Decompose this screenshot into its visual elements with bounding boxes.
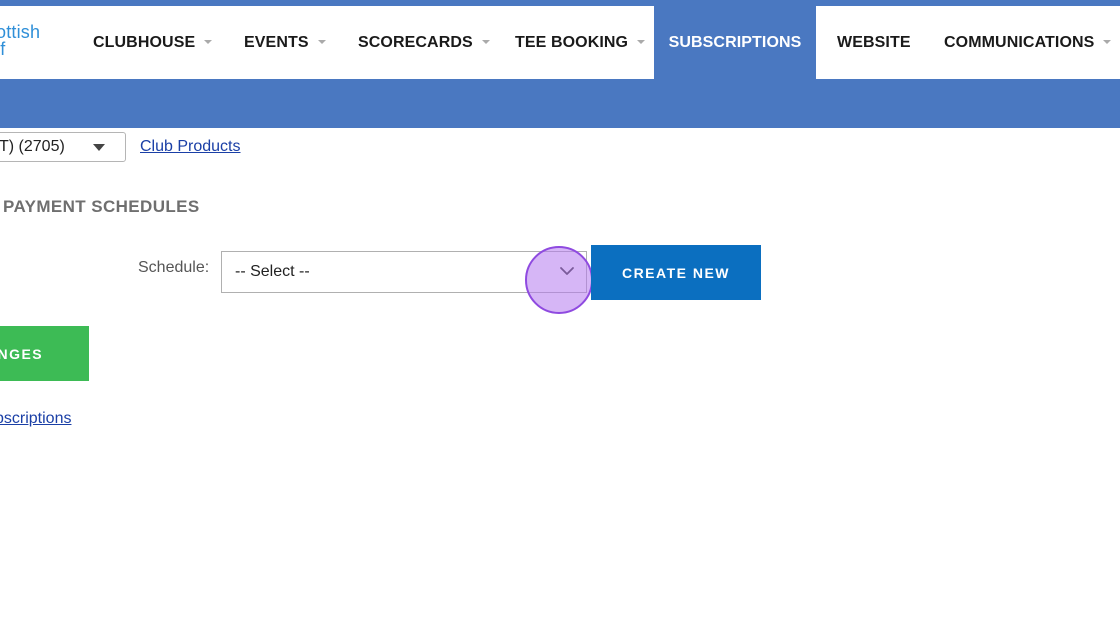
nav-item-clubhouse[interactable]: CLUBHOUSE <box>93 6 213 79</box>
nav-label-website: WEBSITE <box>837 33 911 51</box>
nav-label-clubhouse: CLUBHOUSE <box>93 33 196 51</box>
nav-item-subscriptions[interactable]: SUBSCRIPTIONS <box>654 6 816 79</box>
triangle-down-icon <box>93 144 105 151</box>
logo-line-2: lf <box>0 39 6 59</box>
caret-down-icon <box>204 39 213 44</box>
logo-line-1: ottish <box>0 22 41 42</box>
nav-label-scorecards: SCORECARDS <box>358 33 473 51</box>
caret-down-icon <box>1103 39 1112 44</box>
nav-item-tee-booking[interactable]: TEE BOOKING <box>515 6 646 79</box>
club-selector[interactable]: T) (2705) <box>0 132 126 162</box>
chevron-down-icon <box>560 267 574 275</box>
nav-item-website[interactable]: WEBSITE <box>837 6 911 79</box>
nav-label-events: EVENTS <box>244 33 309 51</box>
nav-item-scorecards[interactable]: SCORECARDS <box>358 6 490 79</box>
nav-item-events[interactable]: EVENTS <box>244 6 326 79</box>
section-title: PAYMENT SCHEDULES <box>3 197 200 216</box>
club-selector-value: T) (2705) <box>0 138 65 155</box>
site-logo[interactable]: ottish lf <box>0 22 41 59</box>
nav-label-subscriptions: SUBSCRIPTIONS <box>668 33 802 51</box>
sub-header-band <box>0 79 1120 128</box>
schedule-selected-value: -- Select -- <box>235 263 310 280</box>
caret-down-icon <box>637 39 646 44</box>
club-products-link[interactable]: Club Products <box>140 138 241 156</box>
nav-label-tee-booking: TEE BOOKING <box>515 33 629 51</box>
schedule-select[interactable]: -- Select -- <box>221 251 587 293</box>
page: ottish lf CLUBHOUSE EVENTS SCORECARDS TE… <box>0 0 1120 625</box>
caret-down-icon <box>317 39 326 44</box>
save-changes-button[interactable]: ANGES <box>0 326 89 381</box>
subscriptions-link[interactable]: bscriptions <box>0 410 71 428</box>
nav-label-communications: COMMUNICATIONS <box>944 33 1095 51</box>
nav-item-communications[interactable]: COMMUNICATIONS <box>944 6 1112 79</box>
caret-down-icon <box>481 39 490 44</box>
top-navbar: ottish lf CLUBHOUSE EVENTS SCORECARDS TE… <box>0 6 1120 79</box>
schedule-label: Schedule: <box>138 259 210 276</box>
create-new-button[interactable]: CREATE NEW <box>591 245 761 300</box>
